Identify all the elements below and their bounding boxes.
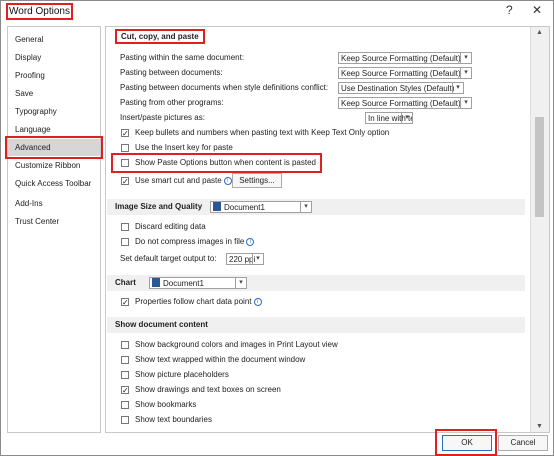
show-text-wrapped-checkbox[interactable] [121, 356, 129, 364]
document-icon [152, 278, 160, 287]
sidebar-item-general[interactable]: General [8, 31, 100, 48]
show-bookmarks-label: Show bookmarks [135, 400, 197, 409]
info-icon: i [246, 238, 255, 246]
word-options-dialog: Word Options ? ✕ General Display Proofin… [0, 0, 554, 456]
discard-editing-label: Discard editing data [135, 222, 206, 231]
section-header-show-content: Show document content [107, 317, 525, 333]
paste-style-conflict-label: Pasting between documents when style def… [120, 83, 329, 92]
smart-cut-paste-checkbox[interactable]: ✓ [121, 177, 129, 186]
paste-same-doc-label: Pasting within the same document: [120, 53, 245, 62]
sidebar-item-display[interactable]: Display [8, 49, 100, 66]
paste-pictures-select[interactable]: In line with text▾ [365, 112, 413, 124]
chevron-down-icon: ▾ [401, 113, 412, 123]
chevron-down-icon: ▾ [460, 53, 471, 63]
advanced-options-panel: Cut, copy, and paste Pasting within the … [105, 26, 550, 433]
section-header-cut-copy-paste: Cut, copy, and paste [115, 29, 205, 44]
sidebar-item-trust-center[interactable]: Trust Center [8, 213, 100, 230]
sidebar-item-language[interactable]: Language [8, 121, 100, 138]
no-compress-label: Do not compress images in file [135, 237, 245, 246]
paste-between-docs-select[interactable]: Keep Source Formatting (Default) ▾ [338, 67, 472, 79]
sidebar-item-quick-access-toolbar[interactable]: Quick Access Toolbar [8, 175, 100, 192]
discard-editing-checkbox[interactable] [121, 223, 129, 231]
document-icon [213, 202, 221, 211]
section-header-image-size: Image Size and Quality [107, 199, 525, 215]
help-button[interactable]: ? [506, 3, 513, 17]
keep-bullets-label: Keep bullets and numbers when pasting te… [135, 128, 390, 137]
show-paste-options-checkbox[interactable] [121, 159, 129, 167]
vertical-scrollbar[interactable]: ▲ ▼ [530, 27, 549, 432]
chevron-down-icon: ▾ [460, 68, 471, 78]
no-compress-checkbox[interactable] [121, 238, 129, 246]
chevron-down-icon: ▾ [460, 98, 471, 108]
dialog-title: Word Options [6, 3, 73, 20]
sidebar: General Display Proofing Save Typography… [5, 26, 103, 433]
keep-bullets-checkbox[interactable]: ✓ [121, 129, 129, 138]
show-text-boundaries-label: Show text boundaries [135, 415, 212, 424]
show-background-label: Show background colors and images in Pri… [135, 340, 338, 349]
sidebar-item-save[interactable]: Save [8, 85, 100, 102]
show-text-boundaries-checkbox[interactable] [121, 416, 129, 424]
show-text-wrapped-label: Show text wrapped within the document wi… [135, 355, 306, 364]
smart-cut-paste-label: Use smart cut and paste [135, 176, 222, 185]
chart-properties-label: Properties follow chart data point [135, 297, 252, 306]
chart-properties-checkbox[interactable]: ✓ [121, 298, 129, 307]
info-icon: i [223, 177, 232, 185]
insert-key-paste-checkbox[interactable] [121, 144, 129, 152]
scrollbar-thumb[interactable] [535, 117, 544, 217]
target-output-select[interactable]: 220 ppi ▾ [226, 253, 264, 265]
chevron-down-icon: ▾ [235, 278, 246, 288]
show-drawings-label: Show drawings and text boxes on screen [135, 385, 281, 394]
chevron-down-icon: ▾ [252, 254, 263, 264]
scroll-up-icon[interactable]: ▲ [536, 29, 543, 36]
scroll-down-icon[interactable]: ▼ [536, 423, 543, 430]
chart-doc-select[interactable]: Document1 ▾ [149, 277, 247, 289]
paste-same-doc-select[interactable]: Keep Source Formatting (Default) ▾ [338, 52, 472, 64]
sidebar-item-proofing[interactable]: Proofing [8, 67, 100, 84]
chevron-down-icon: ▾ [452, 83, 463, 93]
cancel-button[interactable]: Cancel [498, 435, 548, 451]
ok-button[interactable]: OK [442, 435, 492, 451]
sidebar-item-add-ins[interactable]: Add-Ins [8, 195, 100, 212]
target-output-label: Set default target output to: [120, 254, 217, 263]
close-icon[interactable]: ✕ [532, 3, 542, 17]
sidebar-item-typography[interactable]: Typography [8, 103, 100, 120]
show-drawings-checkbox[interactable]: ✓ [121, 386, 129, 395]
paste-other-programs-select[interactable]: Keep Source Formatting (Default) ▾ [338, 97, 472, 109]
show-picture-placeholders-label: Show picture placeholders [135, 370, 229, 379]
show-picture-placeholders-checkbox[interactable] [121, 371, 129, 379]
show-bookmarks-checkbox[interactable] [121, 401, 129, 409]
info-icon: i [253, 298, 262, 306]
paste-pictures-label: Insert/paste pictures as: [120, 113, 205, 122]
chevron-down-icon: ▾ [300, 202, 311, 212]
sidebar-item-advanced[interactable]: Advanced [5, 136, 103, 159]
show-background-checkbox[interactable] [121, 341, 129, 349]
sidebar-item-customize-ribbon[interactable]: Customize Ribbon [8, 157, 100, 174]
show-paste-options-label: Show Paste Options button when content i… [135, 158, 317, 167]
insert-key-paste-label: Use the Insert key for paste [135, 143, 233, 152]
paste-style-conflict-select[interactable]: Use Destination Styles (Default) ▾ [338, 82, 464, 94]
settings-button[interactable]: Settings... [232, 173, 282, 188]
paste-other-programs-label: Pasting from other programs: [120, 98, 224, 107]
image-doc-select[interactable]: Document1 ▾ [210, 201, 312, 213]
paste-between-docs-label: Pasting between documents: [120, 68, 223, 77]
